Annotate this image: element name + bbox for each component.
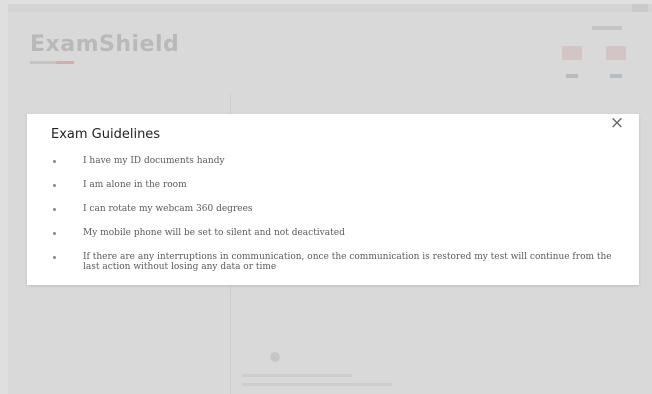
guideline-item: I have my ID documents handy bbox=[53, 156, 613, 166]
guideline-text: My mobile phone will be set to silent an… bbox=[83, 228, 345, 238]
bullet-icon bbox=[53, 232, 56, 235]
bullet-icon bbox=[53, 184, 56, 187]
guideline-item: I can rotate my webcam 360 degrees bbox=[53, 204, 613, 214]
guideline-text: I have my ID documents handy bbox=[83, 156, 225, 166]
guideline-text: I am alone in the room bbox=[83, 180, 187, 190]
guideline-text: I can rotate my webcam 360 degrees bbox=[83, 204, 253, 214]
guidelines-list: I have my ID documents handy I am alone … bbox=[53, 156, 613, 286]
guideline-item: I am alone in the room bbox=[53, 180, 613, 190]
exam-guidelines-dialog: × Exam Guidelines I have my ID documents… bbox=[27, 114, 639, 285]
guideline-item: If there are any interruptions in commun… bbox=[53, 252, 613, 272]
close-icon[interactable]: × bbox=[607, 114, 627, 132]
guideline-text: If there are any interruptions in commun… bbox=[83, 252, 612, 272]
bullet-icon bbox=[53, 256, 56, 259]
dialog-title: Exam Guidelines bbox=[51, 127, 161, 142]
bullet-icon bbox=[53, 208, 56, 211]
guideline-item: My mobile phone will be set to silent an… bbox=[53, 228, 613, 238]
bullet-icon bbox=[53, 160, 56, 163]
